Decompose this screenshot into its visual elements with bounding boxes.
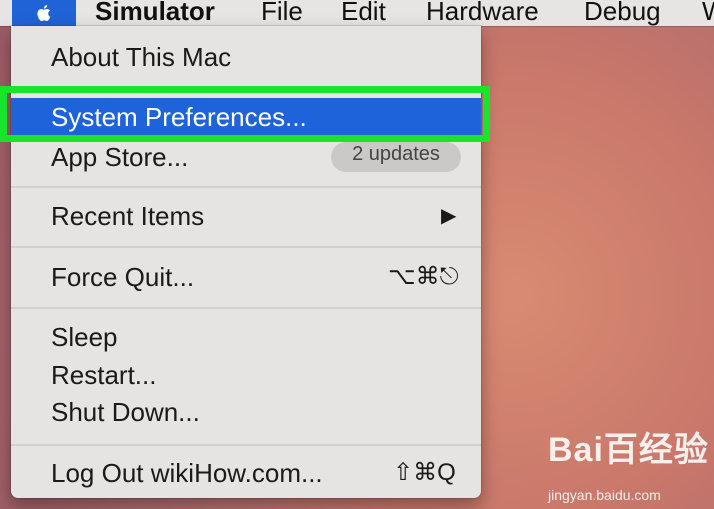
menu-file[interactable]: File [261, 0, 303, 26]
app-store-item[interactable]: App Store... [51, 142, 188, 172]
shut-down-item[interactable]: Shut Down... [51, 397, 200, 427]
watermark-url: jingyan.baidu.com [548, 487, 661, 503]
about-this-mac-item[interactable]: About This Mac [51, 42, 231, 72]
menu-separator [11, 186, 481, 188]
log-out-shortcut: ⇧⌘Q [393, 459, 456, 486]
force-quit-item[interactable]: Force Quit... [51, 262, 194, 292]
menu-separator [11, 246, 481, 248]
log-out-item[interactable]: Log Out wikiHow.com... [51, 458, 323, 488]
menu-separator [11, 307, 481, 309]
submenu-arrow-icon: ▶ [441, 205, 457, 227]
apple-logo-icon [37, 5, 51, 22]
force-quit-shortcut: ⌥⌘⎋ [388, 263, 459, 290]
restart-item[interactable]: Restart... [51, 360, 156, 390]
apple-menu-button[interactable] [12, 0, 76, 26]
menu-separator [11, 444, 481, 446]
annotation-highlight-box [0, 86, 490, 142]
menu-bar: Simulator File Edit Hardware Debug W [0, 0, 714, 26]
sleep-item[interactable]: Sleep [51, 322, 118, 352]
menu-window[interactable]: W [702, 0, 714, 26]
menu-debug[interactable]: Debug [584, 0, 661, 26]
updates-badge: 2 updates [331, 142, 461, 172]
menu-simulator[interactable]: Simulator [95, 0, 215, 26]
watermark-logo: Bai百经验 [548, 431, 709, 469]
menu-edit[interactable]: Edit [341, 0, 386, 26]
recent-items-item[interactable]: Recent Items [51, 201, 204, 231]
menu-hardware[interactable]: Hardware [426, 0, 539, 26]
